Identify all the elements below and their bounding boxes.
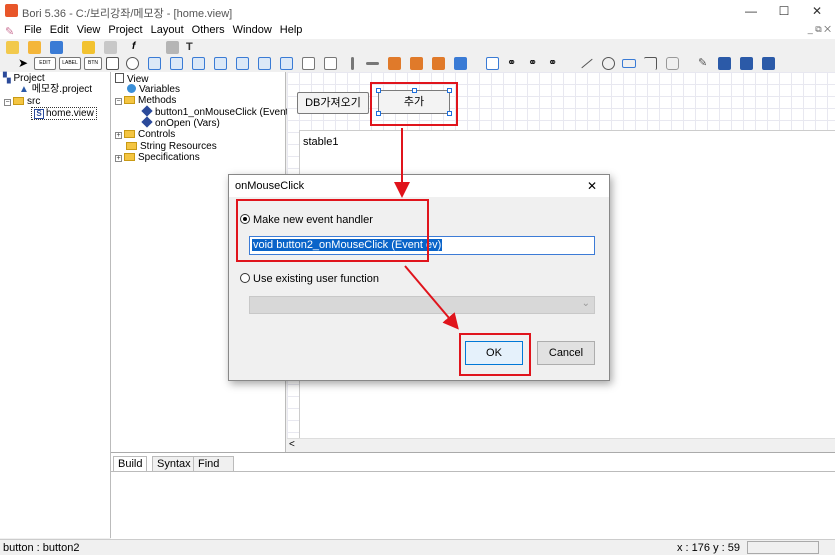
- arrow-to-ok: [404, 265, 459, 330]
- annotation-arrows: [394, 128, 459, 330]
